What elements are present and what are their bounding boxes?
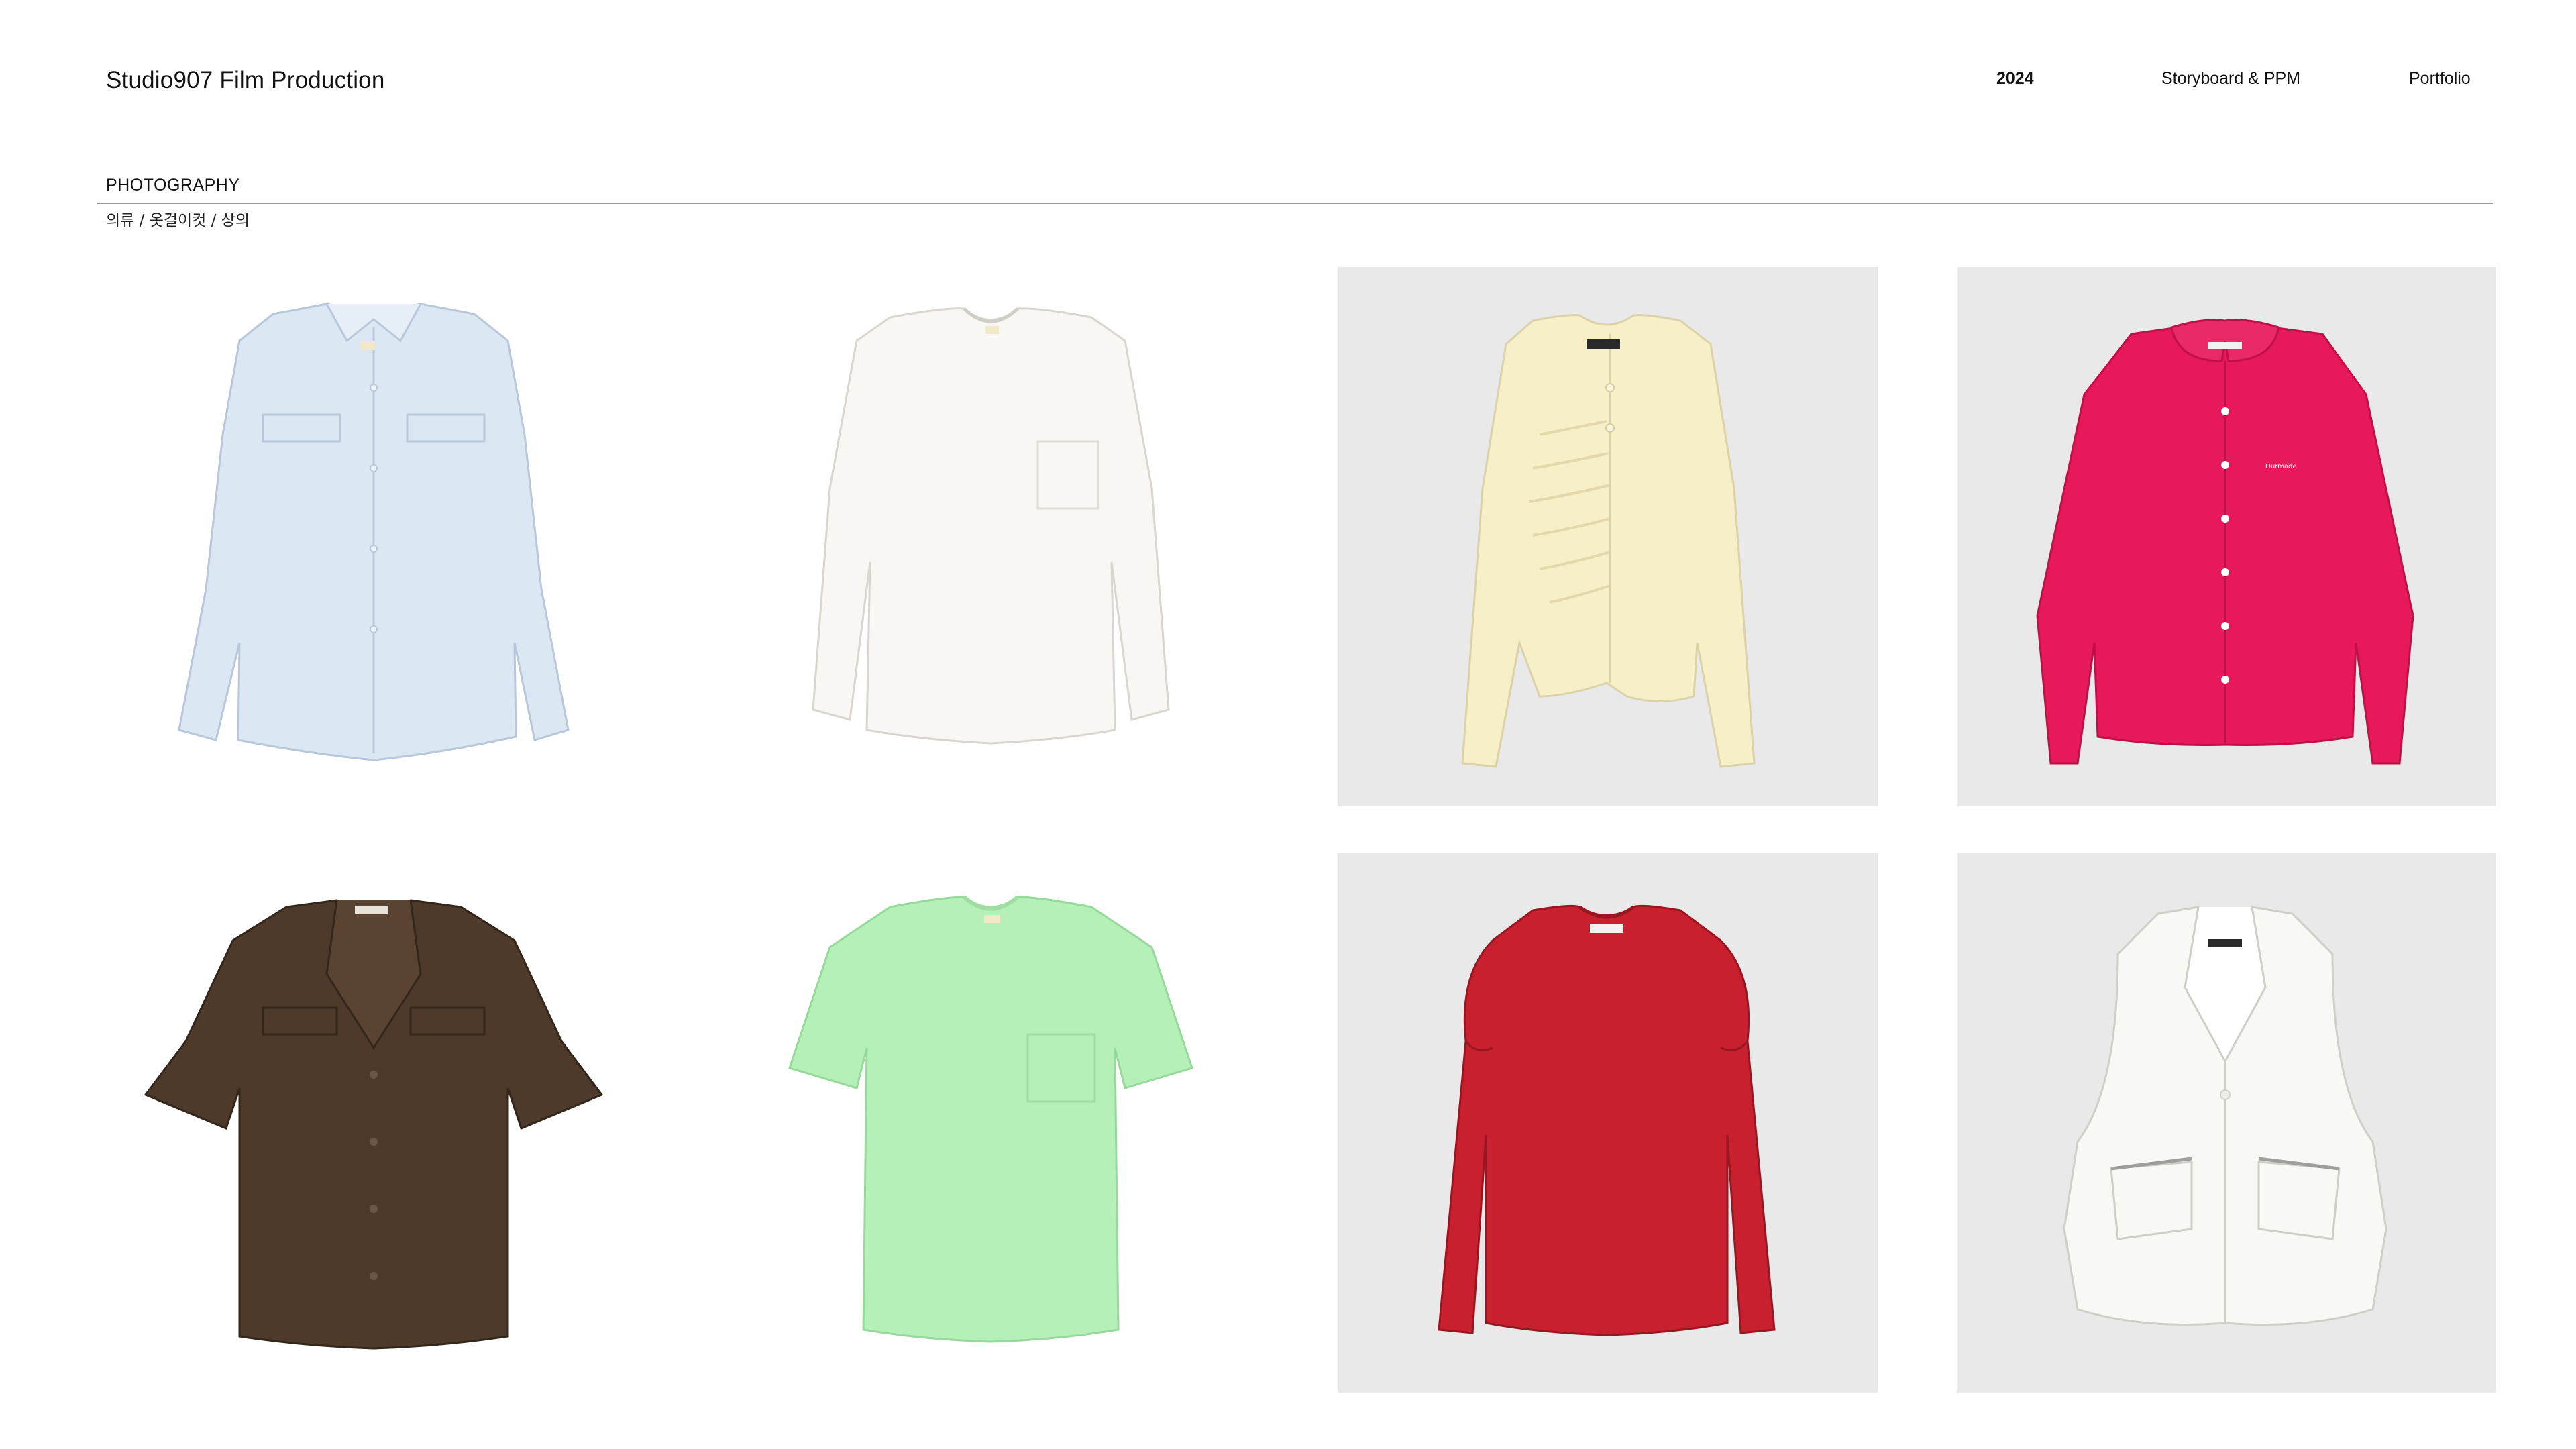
brand-logo-link[interactable]: Studio907 Film Production (106, 67, 385, 94)
nav-item-2024[interactable]: 2024 (1996, 69, 2034, 89)
gallery-item-red-puff-sleeve-top[interactable] (1338, 853, 1878, 1393)
gallery-item-brown-short-sleeve-shirt[interactable] (105, 853, 645, 1393)
red-puff-sleeve-top-image (1438, 904, 1776, 1336)
svg-text:Ourmade: Ourmade (2265, 463, 2297, 470)
gallery-item-pink-collared-blouse[interactable]: Ourmade (1957, 267, 2496, 806)
pink-collared-blouse-image: Ourmade (2036, 319, 2414, 765)
breadcrumb: 의류 / 옷걸이컷 / 상의 (106, 212, 250, 229)
gallery-item-mint-pocket-tee[interactable] (722, 853, 1262, 1393)
nav-item-storyboard-ppm[interactable]: Storyboard & PPM (2161, 69, 2300, 89)
brown-short-sleeve-shirt-image (144, 899, 604, 1350)
gallery-item-white-zip-vest[interactable] (1957, 853, 2496, 1393)
white-long-sleeve-tee-image (812, 307, 1170, 745)
gallery-item-white-long-sleeve-tee[interactable] (722, 267, 1262, 806)
light-blue-shirt-image (178, 303, 570, 761)
page: Studio907 Film Production 2024 Storyboar… (0, 0, 2576, 1449)
cream-ruched-cardigan-image (1461, 314, 1756, 768)
white-zip-vest-image (2063, 906, 2387, 1326)
gallery-item-cream-ruched-cardigan[interactable] (1338, 267, 1878, 806)
nav-item-portfolio[interactable]: Portfolio (2409, 69, 2471, 89)
section-title: PHOTOGRAPHY (106, 176, 240, 195)
mint-pocket-tee-image (788, 895, 1193, 1343)
gallery-item-light-blue-shirt[interactable] (105, 267, 645, 806)
section-divider (97, 203, 2493, 204)
